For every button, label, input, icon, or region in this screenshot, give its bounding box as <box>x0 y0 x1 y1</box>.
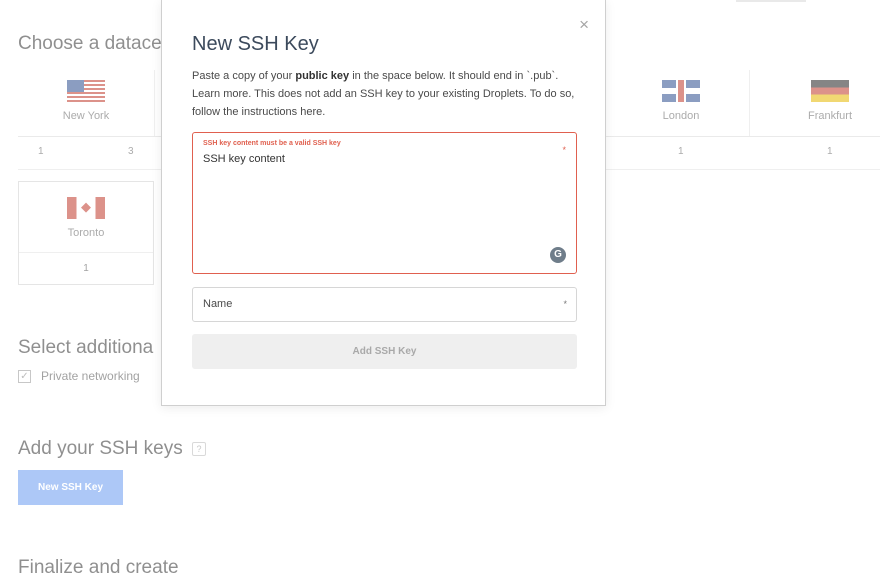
modal-description: Paste a copy of your public key in the s… <box>192 67 587 121</box>
desc-text: in the space below. It should end in `.p… <box>349 70 559 82</box>
close-icon[interactable]: × <box>579 16 589 33</box>
desc-text: Paste a copy of your <box>192 70 296 82</box>
desc-bold: public key <box>295 70 350 82</box>
new-ssh-key-modal: × New SSH Key Paste a copy of your publi… <box>161 0 606 406</box>
instructions-link[interactable]: follow the instructions here. <box>192 106 325 118</box>
ssh-key-content-textarea[interactable]: SSH key content must be a valid SSH key … <box>192 132 577 274</box>
required-indicator: * <box>562 145 566 155</box>
required-indicator: * <box>563 299 567 309</box>
desc-text: This does not add an SSH key to your exi… <box>251 88 575 100</box>
add-ssh-key-button[interactable]: Add SSH Key <box>192 334 577 369</box>
grammarly-icon[interactable]: G <box>550 247 566 263</box>
name-input[interactable]: Name * <box>192 287 577 322</box>
ssh-key-error-message: SSH key content must be a valid SSH key <box>203 140 341 147</box>
name-label: Name <box>203 298 233 310</box>
learn-more-link[interactable]: Learn more. <box>192 88 251 100</box>
modal-title: New SSH Key <box>192 33 319 55</box>
ssh-key-placeholder: SSH key content <box>203 153 285 165</box>
